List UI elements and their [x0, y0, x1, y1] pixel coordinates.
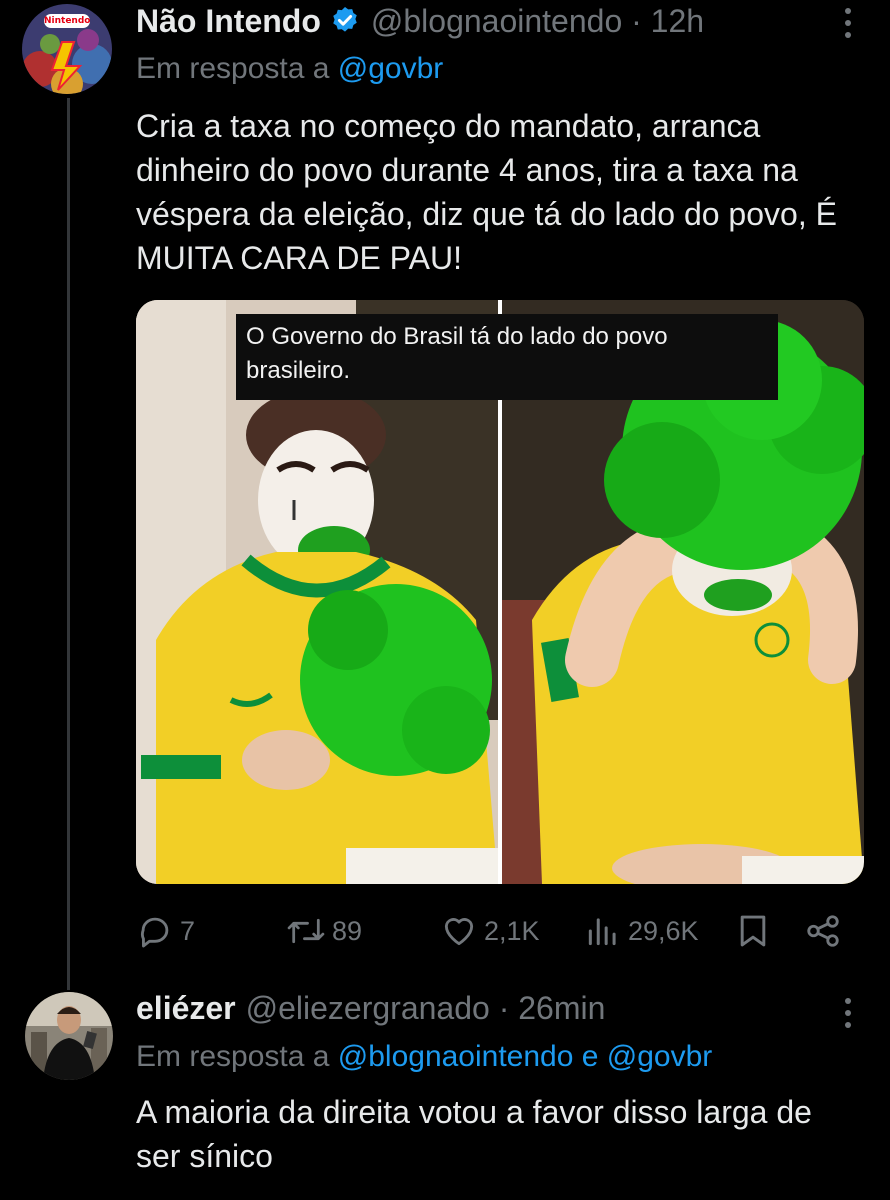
heart-icon — [444, 918, 474, 946]
reply-to-link[interactable]: @govbr — [338, 52, 444, 85]
reply-context: Em resposta a @govbr — [136, 52, 443, 86]
reply-to-link[interactable]: @blognaointendo e @govbr — [338, 1040, 713, 1073]
more-icon[interactable] — [842, 996, 854, 1030]
views-count: 29,6K — [628, 915, 699, 946]
tweet-actions: 7 89 2,1K 29,6K — [136, 908, 856, 954]
views-icon — [588, 918, 616, 946]
share-icon — [807, 915, 839, 947]
bookmark-icon — [740, 915, 766, 947]
bookmark-button[interactable] — [736, 912, 770, 950]
retweet-icon — [287, 918, 325, 944]
thread-line — [67, 98, 70, 990]
reply-button[interactable]: 7 — [136, 912, 195, 950]
views-button[interactable]: 29,6K — [584, 912, 699, 950]
image-caption: O Governo do Brasil tá do lado do povo b… — [236, 314, 778, 400]
display-name[interactable]: eliézer — [136, 990, 236, 1027]
avatar[interactable]: Nintendo — [22, 4, 112, 94]
handle-and-time: @eliezergranado · 26min — [245, 990, 606, 1026]
reply-icon — [140, 917, 169, 948]
tweet-image[interactable]: O Governo do Brasil tá do lado do povo b… — [136, 300, 864, 884]
retweet-button[interactable]: 89 — [286, 912, 362, 950]
reply-header: eliézer @eliezergranado · 26min — [136, 990, 605, 1027]
tweet-header: Não Intendo @blognaointendo · 12h — [136, 0, 704, 40]
reply-prefix: Em resposta a — [136, 52, 330, 85]
tweet-text: A maioria da direita votou a favor disso… — [136, 1094, 812, 1174]
tweet-text: Cria a taxa no começo do mandato, arranc… — [136, 108, 837, 276]
like-button[interactable]: 2,1K — [440, 912, 540, 950]
avatar[interactable] — [25, 992, 113, 1080]
share-button[interactable] — [804, 912, 842, 950]
retweet-count: 89 — [332, 915, 363, 946]
avatar-logo-label: Nintendo — [44, 16, 91, 26]
verified-badge-icon — [329, 5, 361, 37]
reply-prefix: Em resposta a — [136, 1040, 330, 1073]
more-icon[interactable] — [842, 6, 854, 40]
handle-and-time: @blognaointendo · 12h — [370, 3, 705, 39]
display-name[interactable]: Não Intendo — [136, 3, 321, 40]
reply-count: 7 — [180, 915, 196, 946]
reply-context: Em resposta a @blognaointendo e @govbr — [136, 1040, 712, 1074]
like-count: 2,1K — [484, 915, 540, 946]
